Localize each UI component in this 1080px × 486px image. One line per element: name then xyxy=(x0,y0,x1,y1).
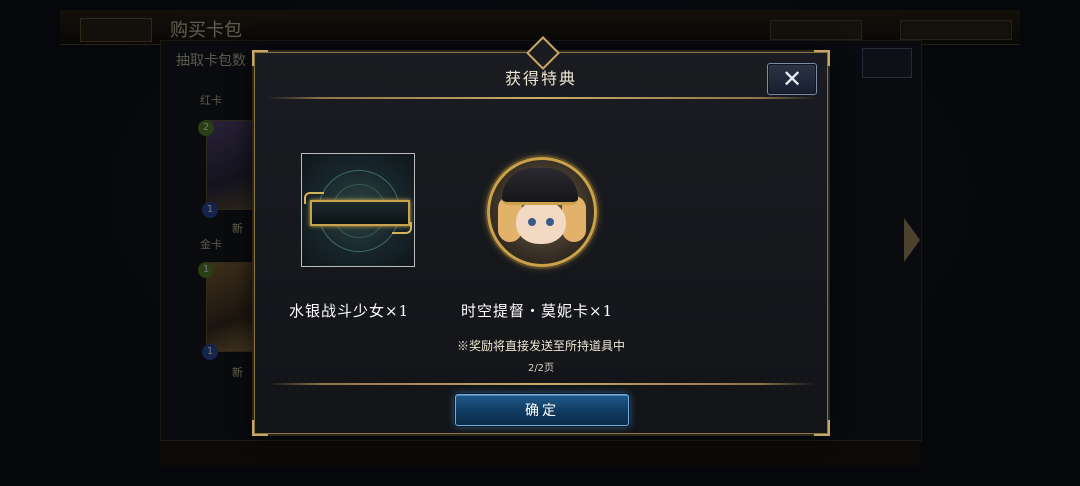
corner-ornament xyxy=(252,50,268,66)
bottom-bar xyxy=(160,440,920,467)
reward-name-1: 水银战斗少女×1 xyxy=(289,302,410,320)
next-page-arrow-icon[interactable] xyxy=(904,218,920,262)
cost-gem: 2 xyxy=(198,120,214,136)
confirm-button[interactable]: 确定 xyxy=(455,394,629,426)
reward-dialog: 获得特典 ✕ 水银战斗少女×1 时空提督・莫妮卡×1 ※奖励将直接发送至所持道具… xyxy=(252,36,830,436)
divider xyxy=(267,97,815,99)
background-close-button[interactable] xyxy=(862,48,912,78)
dialog-title: 获得特典 xyxy=(504,69,577,88)
new-badge: 新 xyxy=(232,366,243,379)
back-button[interactable] xyxy=(80,18,152,42)
currency-counter xyxy=(770,20,862,40)
ornament xyxy=(392,222,412,234)
ornament xyxy=(304,192,324,204)
emblem-avatar-icon[interactable] xyxy=(487,157,597,267)
cost-gem: 1 xyxy=(198,262,214,278)
pack-count-label: 抽取卡包数 xyxy=(176,53,246,69)
currency-counter-2 xyxy=(900,20,1012,40)
page-indicator: 2/2页 xyxy=(527,363,555,374)
corner-ornament xyxy=(252,420,268,436)
reward-notice: ※奖励将直接发送至所持道具中 xyxy=(456,339,625,353)
cost-gem: 1 xyxy=(202,202,218,218)
gold-card-section-label: 金卡 xyxy=(200,238,222,251)
red-card-section-label: 红卡 xyxy=(200,94,222,107)
avatar-face xyxy=(516,200,566,244)
avatar-eye xyxy=(546,218,554,226)
divider xyxy=(267,383,815,385)
avatar-eye xyxy=(528,218,536,226)
cost-gem: 1 xyxy=(202,344,218,360)
screen-title: 购买卡包 xyxy=(170,20,242,41)
avatar-hat xyxy=(502,168,578,205)
reward-name-2: 时空提督・莫妮卡×1 xyxy=(461,302,614,320)
close-icon: ✕ xyxy=(781,65,803,93)
new-badge: 新 xyxy=(232,222,243,235)
close-button[interactable]: ✕ xyxy=(767,63,817,95)
corner-ornament xyxy=(814,420,830,436)
reward-item-card[interactable] xyxy=(301,153,415,267)
